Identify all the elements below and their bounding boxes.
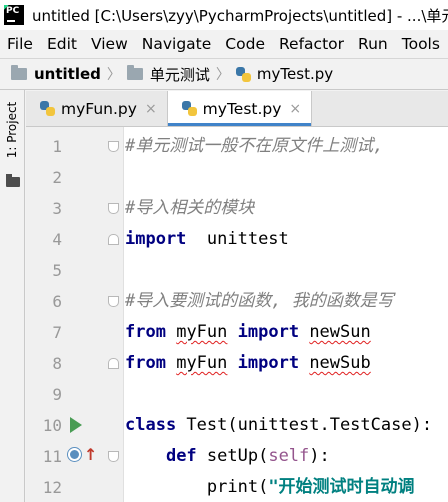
method-name: setUp( <box>196 446 269 466</box>
folder-icon <box>126 65 143 80</box>
self-parameter: self <box>268 446 310 466</box>
print-call: print( <box>206 477 269 497</box>
editor-gutter: 1 2 3 4 5 6 7 8 9 10 11 12 ↑ <box>26 127 124 502</box>
breadcrumb: untitled 〉 单元测试 〉 myTest.py <box>0 58 448 90</box>
tab-mytest[interactable]: myTest.py × <box>166 91 313 126</box>
editor-tab-bar: myFun.py × myTest.py × <box>26 91 448 127</box>
menu-bar: File Edit View Navigate Code Refactor Ru… <box>0 30 448 58</box>
project-tool-window-tab[interactable]: 1: Project <box>0 98 25 162</box>
fold-icon[interactable] <box>108 203 119 214</box>
line-number: 4 <box>52 230 62 249</box>
up-arrow-icon[interactable]: ↑ <box>84 447 97 463</box>
line-number: 12 <box>42 478 62 497</box>
menu-edit[interactable]: Edit <box>40 35 84 53</box>
line-number: 9 <box>52 385 62 404</box>
line-number: 5 <box>52 261 62 280</box>
fold-icon[interactable] <box>108 141 119 152</box>
breadcrumb-project[interactable]: untitled <box>34 65 101 83</box>
menu-navigate[interactable]: Navigate <box>135 35 219 53</box>
keyword-import: import <box>125 229 187 249</box>
line-number: 3 <box>52 199 62 218</box>
line-number: 6 <box>52 292 62 311</box>
window-title: untitled [C:\Users\zyy\PycharmProjects\u… <box>32 6 448 25</box>
keyword-import: import <box>237 322 300 342</box>
python-file-icon <box>181 101 197 116</box>
project-tab-label: 1: Project <box>5 101 19 159</box>
code-comment: #单元测试一般不在原文件上测试, <box>125 136 384 156</box>
menu-file[interactable]: File <box>0 35 40 53</box>
line-number: 1 <box>52 137 62 156</box>
code-area[interactable]: #单元测试一般不在原文件上测试, #导入相关的模块 import unittes… <box>124 127 448 502</box>
code-line: from myFun import newSub <box>124 348 448 379</box>
line-number: 8 <box>52 354 62 373</box>
project-folder-icon[interactable] <box>6 174 20 187</box>
close-icon[interactable]: × <box>289 101 301 117</box>
pycharm-logo-icon: PC <box>4 5 24 25</box>
imported-name: newSun <box>309 322 371 342</box>
menu-tools[interactable]: Tools <box>395 35 447 53</box>
python-file-icon <box>235 66 251 82</box>
line-number: 7 <box>52 323 62 342</box>
code-line: def setUp(self): <box>165 446 330 466</box>
code-line: #导入要测试的函数, 我的函数是写 <box>124 286 448 317</box>
code-line: from myFun import newSun <box>124 317 448 348</box>
fold-icon[interactable] <box>108 234 119 245</box>
code-line: #导入相关的模块 <box>124 193 448 224</box>
tab-label: myFun.py <box>61 99 137 118</box>
keyword-from: from <box>125 322 166 342</box>
fold-icon[interactable] <box>108 451 119 462</box>
project-folder-icon <box>11 65 27 80</box>
module-name: myFun <box>176 322 228 342</box>
title-bar: PC untitled [C:\Users\zyy\PycharmProject… <box>0 0 448 30</box>
menu-code[interactable]: Code <box>218 35 272 53</box>
imported-name: newSub <box>309 353 371 373</box>
tab-label: myTest.py <box>202 99 282 118</box>
menu-run[interactable]: Run <box>351 35 395 53</box>
tab-myfun[interactable]: myFun.py × <box>26 91 167 126</box>
code-line: print("开始测试时自动调 <box>124 472 448 502</box>
breadcrumb-file[interactable]: myTest.py <box>257 65 333 83</box>
code-editor[interactable]: 1 2 3 4 5 6 7 8 9 10 11 12 ↑ #单元测试一般不在原文… <box>26 127 448 502</box>
code-line: import unittest <box>124 224 448 255</box>
breadcrumb-separator: 〉 <box>215 67 230 83</box>
module-name: myFun <box>176 353 228 373</box>
keyword-from: from <box>125 353 166 373</box>
python-file-icon <box>40 101 55 116</box>
breadcrumb-separator: 〉 <box>106 67 121 83</box>
override-gutter-icon[interactable] <box>68 448 81 461</box>
string-literal: "开始测试时自动调 <box>268 477 415 497</box>
code-comment: #导入要测试的函数, 我的函数是写 <box>125 291 394 311</box>
menu-refactor[interactable]: Refactor <box>272 35 351 53</box>
line-number: 10 <box>42 416 62 435</box>
menu-view[interactable]: View <box>84 35 135 53</box>
keyword-def: def <box>165 446 197 466</box>
keyword-class: class <box>125 415 177 435</box>
close-icon[interactable]: × <box>145 101 157 117</box>
fold-icon[interactable] <box>108 358 119 369</box>
code-line: #单元测试一般不在原文件上测试, <box>124 131 448 162</box>
left-tool-strip: 1: Project <box>0 90 25 502</box>
breadcrumb-folder[interactable]: 单元测试 <box>150 64 210 85</box>
line-number: 11 <box>42 447 62 466</box>
class-declaration: Test(unittest.TestCase): <box>176 415 433 435</box>
code-line: class Test(unittest.TestCase): <box>124 410 448 441</box>
keyword-import: import <box>237 353 300 373</box>
run-gutter-icon[interactable] <box>70 417 82 433</box>
fold-icon[interactable] <box>108 296 119 307</box>
code-comment: #导入相关的模块 <box>125 198 255 218</box>
line-number: 2 <box>52 168 62 187</box>
module-name: unittest <box>186 229 289 249</box>
